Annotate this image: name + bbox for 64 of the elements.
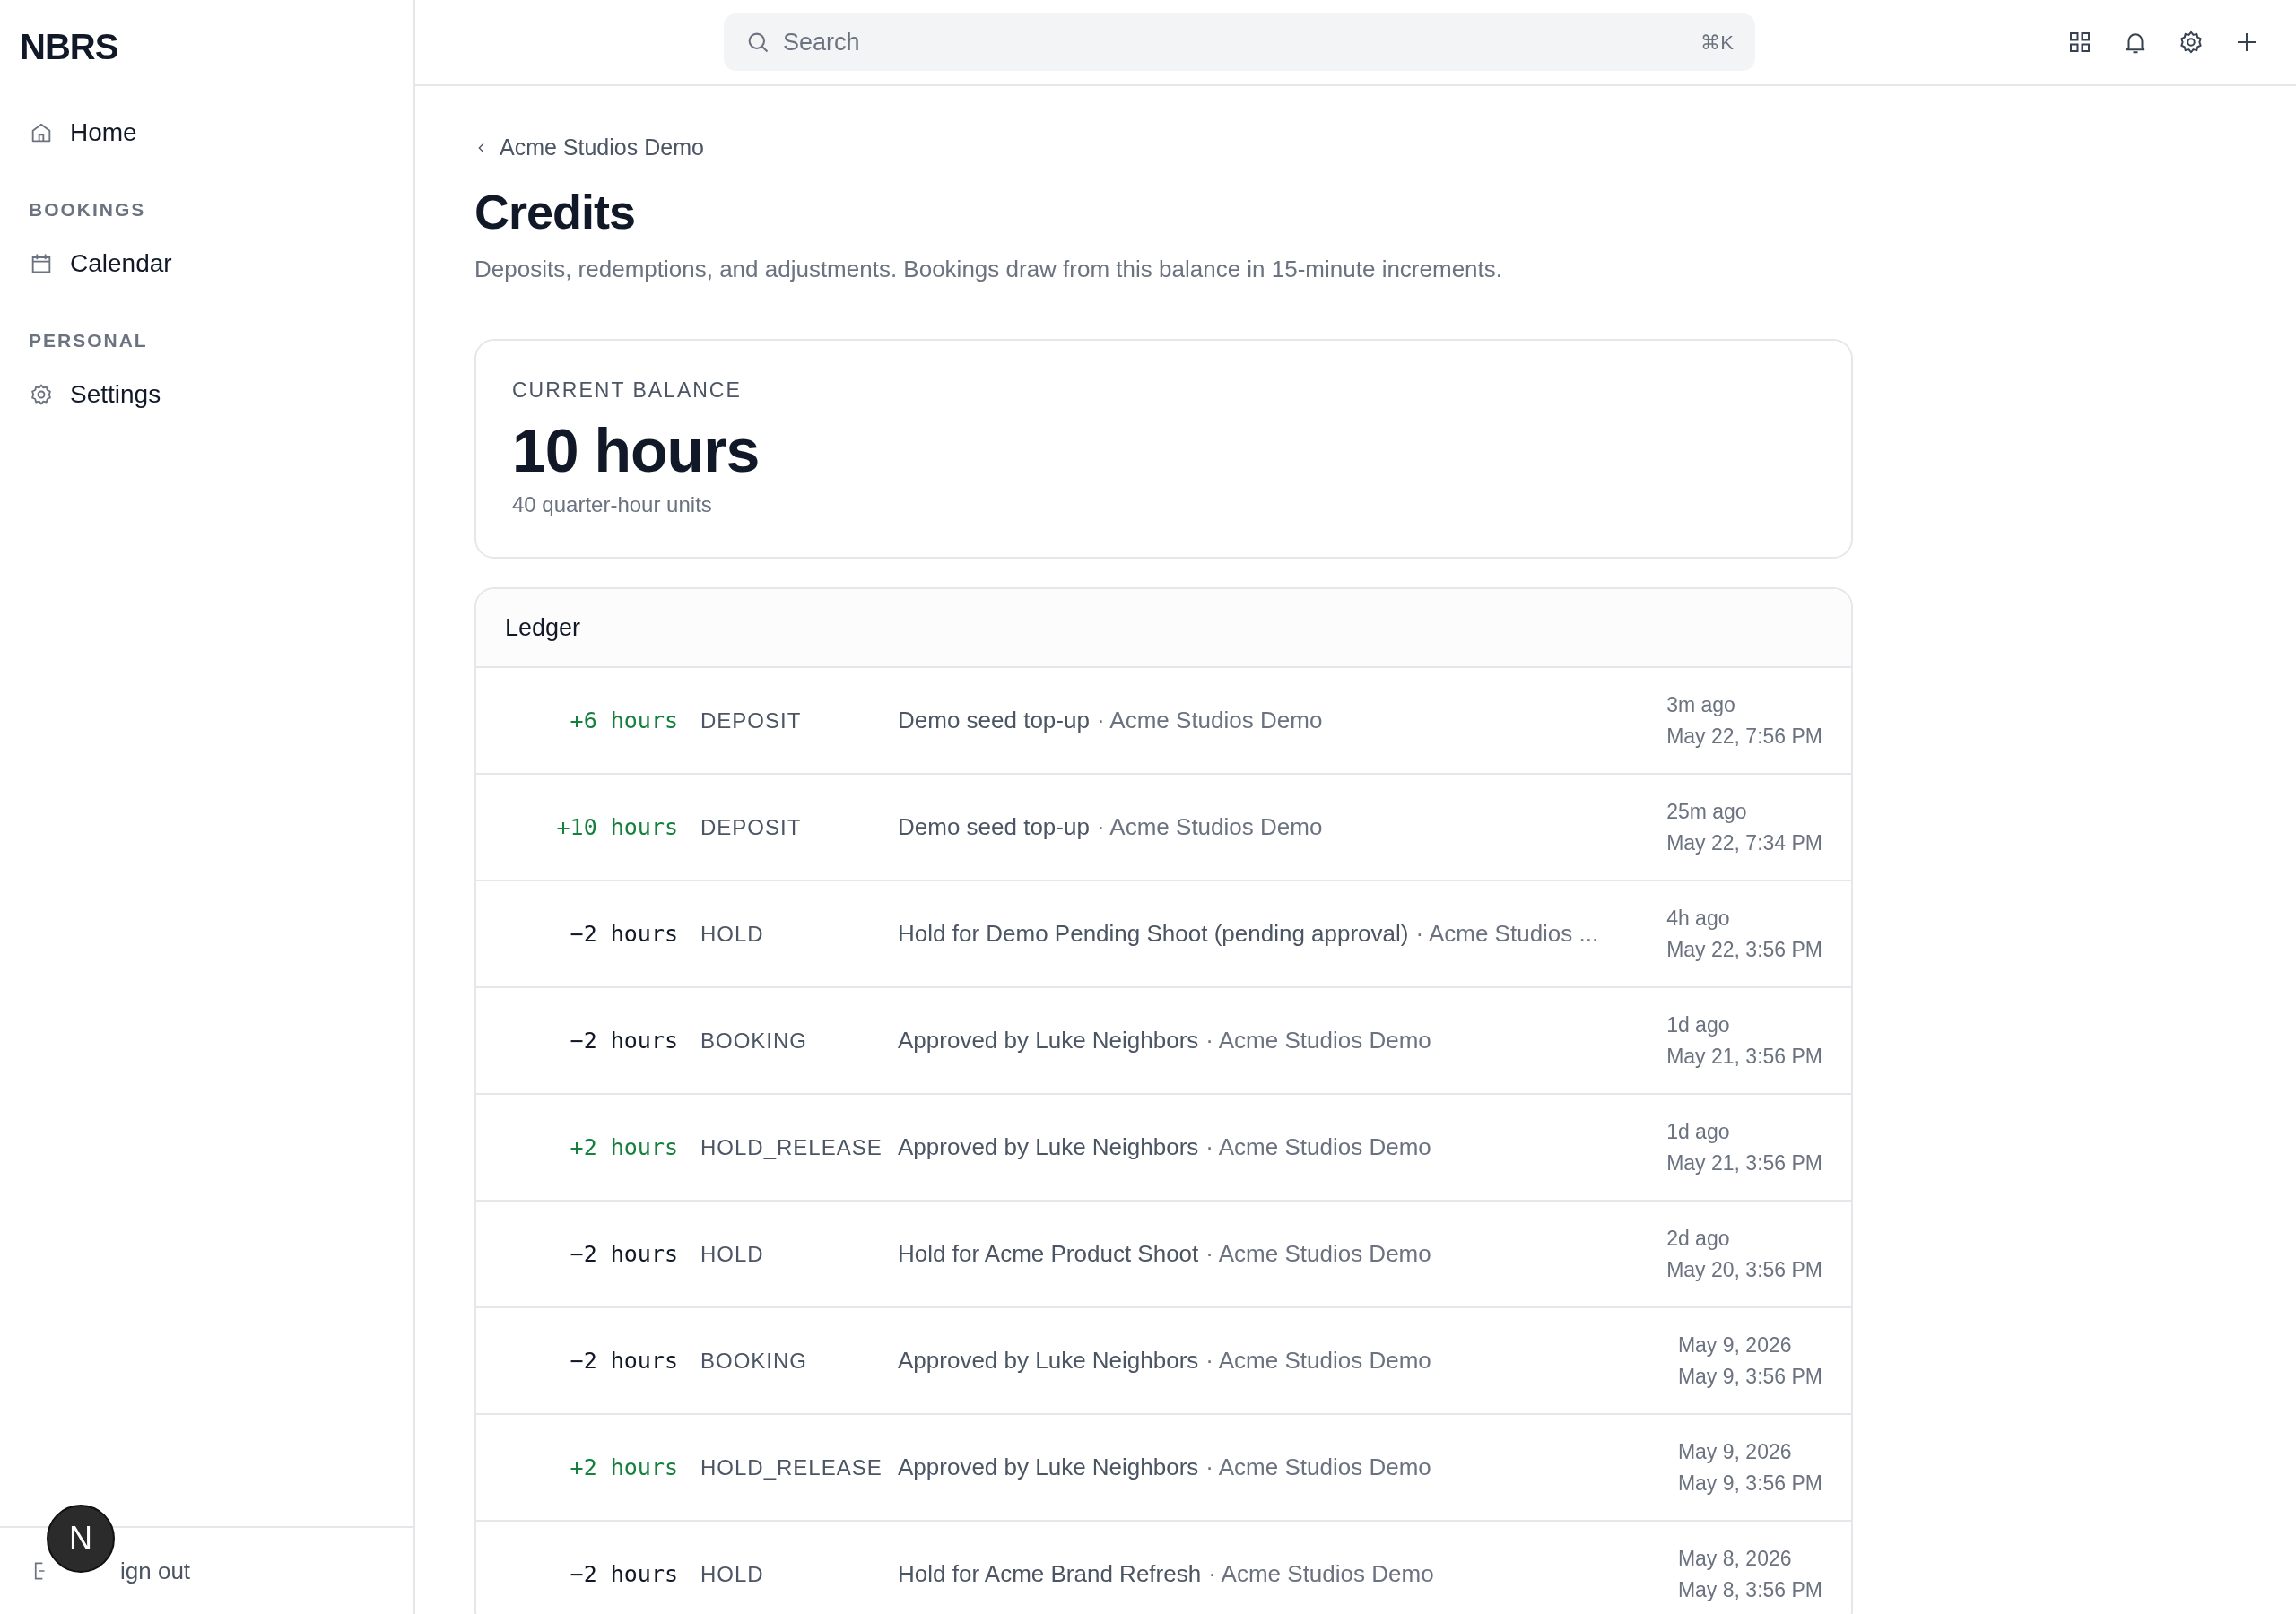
settings-icon[interactable] [2178,29,2205,56]
nav-section-label: PERSONAL [29,330,149,351]
entry-type: HOLD [700,1241,765,1267]
relative-time: 2d ago [1666,1226,1731,1251]
amount-text: −2 hours [569,1561,678,1587]
entry-type: BOOKING [700,1348,809,1374]
entry-description: Hold for Acme Product Shoot · Acme Studios Demo [898,1240,1432,1268]
nav-item[interactable]: Calendar [29,242,413,285]
amount-text: −2 hours [569,921,678,947]
entry-type: DEPOSIT [700,814,803,840]
entry-type: HOLD_RELEASE [700,1454,883,1480]
relative-time: 3m ago [1666,692,1736,717]
page-title: Credits [474,184,637,239]
relative-time: May 9, 2026 [1677,1439,1793,1464]
amount-text: +2 hours [569,1454,678,1480]
entry-type: HOLD [700,921,765,947]
entry-description: Demo seed top-up · Acme Studios Demo [898,813,1324,841]
relative-time: 25m ago [1666,799,1748,824]
amount-text: −2 hours [569,1241,678,1267]
page-description: Deposits, redemptions, and adjustments. Bookings draw from this balance in 15-minute increments. [474,256,1503,283]
amount-text: +10 hours [555,814,678,840]
entry-description: Demo seed top-up · Acme Studios Demo [898,707,1324,734]
entry-type: HOLD [700,1561,765,1587]
entry-date: May 20, 3:56 PM [1666,1257,1822,1282]
settings-icon [29,382,54,407]
relative-time: 1d ago [1666,1119,1731,1144]
entry-description: Approved by Luke Neighbors · Acme Studios Demo [898,1027,1432,1054]
nav-item[interactable]: Settings [29,373,413,416]
entry-type: HOLD_RELEASE [700,1134,883,1160]
entry-type: DEPOSIT [700,707,803,733]
entry-date: May 9, 3:56 PM [1677,1471,1822,1496]
balance-value: 10 hours [512,415,761,485]
balance-units: 40 quarter-hour units [512,492,713,517]
entry-date: May 22, 3:56 PM [1666,937,1822,962]
amount-text: −2 hours [569,1348,678,1374]
entry-date: May 8, 3:56 PM [1677,1577,1822,1602]
ledger-title: Ledger [505,613,581,642]
entry-type: BOOKING [700,1028,809,1054]
amount-text: +2 hours [569,1134,678,1160]
entry-date: May 22, 7:34 PM [1666,830,1822,855]
amount-text: +6 hours [569,707,678,733]
entry-date: May 21, 3:56 PM [1666,1044,1822,1069]
entry-date: May 9, 3:56 PM [1677,1364,1822,1389]
dev-badge[interactable]: N [47,1505,115,1573]
relative-time: 4h ago [1666,906,1731,931]
sign-out-link[interactable]: ign out [120,1557,191,1585]
balance-label: CURRENT BALANCE [512,378,743,403]
relative-time: 1d ago [1666,1012,1731,1037]
amount-text: −2 hours [569,1028,678,1054]
relative-time: May 8, 2026 [1677,1546,1793,1571]
entry-description: Hold for Demo Pending Shoot (pending approval) · Acme Studios ... [898,920,1600,948]
entry-description: Approved by Luke Neighbors · Acme Studios Demo [898,1133,1432,1161]
shortcut-hint: ⌘K [1700,31,1734,55]
nav-item[interactable]: Home [29,111,413,154]
logo: NBRS [19,26,119,68]
entry-description: Approved by Luke Neighbors · Acme Studios Demo [898,1347,1432,1375]
entry-description: Hold for Acme Brand Refresh · Acme Studios Demo [898,1560,1435,1588]
entry-date: May 22, 7:56 PM [1666,724,1822,749]
relative-time: May 9, 2026 [1677,1332,1793,1358]
nav-section-label: BOOKINGS [29,199,147,221]
back-link[interactable]: Acme Studios Demo [474,134,704,161]
entry-description: Approved by Luke Neighbors · Acme Studios Demo [898,1453,1432,1481]
entry-date: May 21, 3:56 PM [1666,1150,1822,1176]
sign-out-icon[interactable] [32,1559,45,1583]
